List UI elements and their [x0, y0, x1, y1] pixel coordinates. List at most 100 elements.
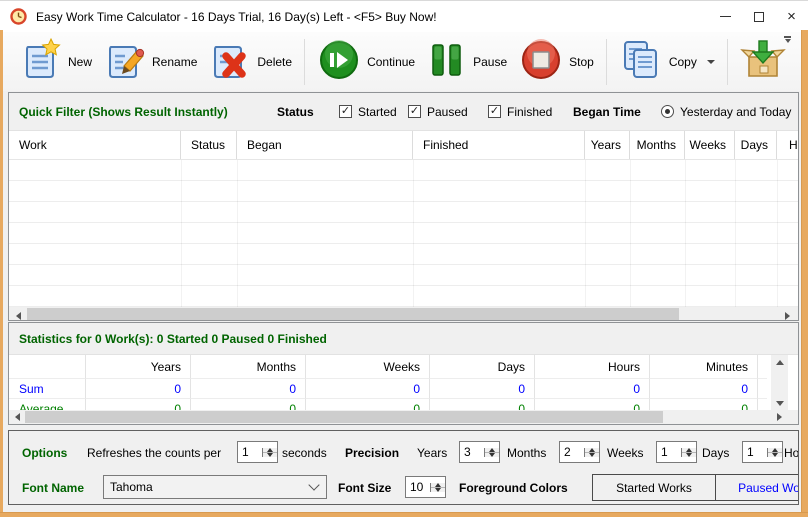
- font-name-select[interactable]: Tahoma: [103, 475, 327, 499]
- sum-value: 0: [650, 379, 758, 399]
- stop-icon: [519, 38, 563, 85]
- pause-button[interactable]: Pause: [421, 34, 513, 89]
- precision-weeks-spinner[interactable]: 1: [656, 441, 697, 463]
- column-header-work[interactable]: Work: [9, 131, 181, 159]
- overflow-chevron-icon: [785, 39, 791, 43]
- filter-radio-yesterday-and-today[interactable]: Yesterday and Today: [661, 93, 791, 130]
- checkbox-label: Started: [358, 105, 397, 119]
- statistics-table: Years Months Weeks Days Hours Minutes Su…: [9, 355, 767, 411]
- scroll-thumb[interactable]: [25, 411, 663, 423]
- spinner-value[interactable]: 1: [657, 445, 681, 459]
- spinner-down-icon[interactable]: [768, 453, 782, 457]
- scroll-right-arrow[interactable]: [772, 410, 787, 424]
- maximize-button[interactable]: [742, 1, 775, 32]
- font-size-spinner[interactable]: 10: [405, 476, 446, 498]
- filter-checkbox-paused[interactable]: Paused: [408, 93, 468, 130]
- app-icon: [10, 8, 27, 25]
- font-name-value: Tahoma: [110, 480, 153, 494]
- sum-value: 0: [535, 379, 650, 399]
- new-button[interactable]: New: [14, 34, 98, 89]
- column-header-days[interactable]: Days: [735, 131, 777, 159]
- precision-hours-label: Hours: [784, 441, 799, 465]
- font-size-label: Font Size: [338, 475, 391, 501]
- spinner-down-icon[interactable]: [682, 453, 696, 457]
- refresh-interval-spinner[interactable]: 1: [237, 441, 278, 463]
- stats-column-minutes: Minutes: [650, 355, 758, 379]
- refresh-label: Refreshes the counts per: [87, 441, 221, 465]
- precision-months-spinner[interactable]: 2: [559, 441, 600, 463]
- checkbox-checked-icon: [408, 105, 421, 118]
- column-header-status[interactable]: Status: [181, 131, 237, 159]
- work-table-row[interactable]: [9, 202, 798, 223]
- spinner-down-icon[interactable]: [431, 488, 445, 492]
- rename-button[interactable]: Rename: [98, 34, 203, 89]
- scroll-up-arrow[interactable]: [771, 355, 788, 370]
- work-table-row[interactable]: [9, 160, 798, 181]
- font-name-label: Font Name: [22, 475, 84, 501]
- spinner-down-icon[interactable]: [263, 453, 277, 457]
- work-table-row[interactable]: [9, 181, 798, 202]
- stop-button[interactable]: Stop: [513, 34, 600, 89]
- started-works-color-button[interactable]: Started Works: [592, 474, 716, 501]
- window-border-bottom: [0, 512, 808, 517]
- column-header-months[interactable]: Months: [630, 131, 685, 159]
- toolbar-button-label: Delete: [257, 55, 292, 69]
- work-table-row[interactable]: [9, 244, 798, 265]
- grid-line: [685, 160, 686, 307]
- close-button[interactable]: ×: [775, 1, 808, 32]
- filter-checkbox-started[interactable]: Started: [339, 93, 397, 130]
- continue-button[interactable]: Continue: [311, 34, 421, 89]
- maximize-icon: [754, 12, 764, 22]
- spinner-value[interactable]: 10: [406, 480, 430, 494]
- toolbar-overflow-button[interactable]: [780, 32, 795, 47]
- new-document-icon: [20, 38, 62, 85]
- toolbar-button-label: Pause: [473, 55, 507, 69]
- spinner-down-icon[interactable]: [585, 453, 599, 457]
- spinner-value[interactable]: 3: [460, 445, 484, 459]
- statistics-vscrollbar[interactable]: [771, 355, 788, 411]
- continue-icon: [317, 38, 361, 85]
- column-header-began[interactable]: Began: [237, 131, 413, 159]
- work-table-row[interactable]: [9, 286, 798, 307]
- copy-button[interactable]: Copy: [613, 34, 721, 89]
- precision-days-spinner[interactable]: 1: [742, 441, 783, 463]
- minimize-button[interactable]: [709, 1, 742, 32]
- precision-years-spinner[interactable]: 3: [459, 441, 500, 463]
- toolbar-separator: [727, 39, 728, 85]
- scroll-right-arrow[interactable]: [779, 307, 796, 321]
- column-header-finished[interactable]: Finished: [413, 131, 585, 159]
- scroll-left-arrow[interactable]: [10, 307, 27, 321]
- delete-button[interactable]: Delete: [203, 34, 298, 89]
- scroll-thumb[interactable]: [27, 308, 679, 321]
- copy-dropdown-icon[interactable]: [707, 60, 715, 64]
- spinner-value[interactable]: 1: [238, 445, 262, 459]
- column-header-years[interactable]: Years: [585, 131, 630, 159]
- window-title: Easy Work Time Calculator - 16 Days Tria…: [36, 10, 437, 24]
- paused-works-color-button[interactable]: Paused Works: [715, 474, 799, 501]
- scroll-down-arrow[interactable]: [771, 396, 788, 411]
- column-header-weeks[interactable]: Weeks: [685, 131, 735, 159]
- sum-value: 0: [306, 379, 430, 399]
- statistics-hscrollbar[interactable]: [9, 410, 798, 424]
- work-table-hscrollbar[interactable]: [9, 307, 798, 321]
- rename-icon: [104, 38, 146, 85]
- caption-buttons: ×: [709, 1, 808, 32]
- column-header-hours[interactable]: Hours: [777, 131, 799, 159]
- window-border-right: [801, 30, 808, 517]
- foreground-colors-label: Foreground Colors: [459, 475, 568, 501]
- filter-checkbox-finished[interactable]: Finished: [488, 93, 552, 130]
- options-panel: Options Refreshes the counts per 1 secon…: [8, 430, 799, 505]
- stats-column-hours: Hours: [535, 355, 650, 379]
- stats-filler-cell: [758, 355, 767, 379]
- spinner-value[interactable]: 2: [560, 445, 584, 459]
- scroll-left-arrow[interactable]: [10, 410, 25, 424]
- stats-corner-cell: [9, 355, 86, 379]
- spinner-down-icon[interactable]: [485, 453, 499, 457]
- spinner-value[interactable]: 1: [743, 445, 767, 459]
- sum-value: 0: [430, 379, 535, 399]
- options-title: Options: [22, 441, 67, 465]
- grid-line: [237, 160, 238, 307]
- work-table-row[interactable]: [9, 265, 798, 286]
- precision-weeks-label: Weeks: [607, 441, 643, 465]
- work-table-row[interactable]: [9, 223, 798, 244]
